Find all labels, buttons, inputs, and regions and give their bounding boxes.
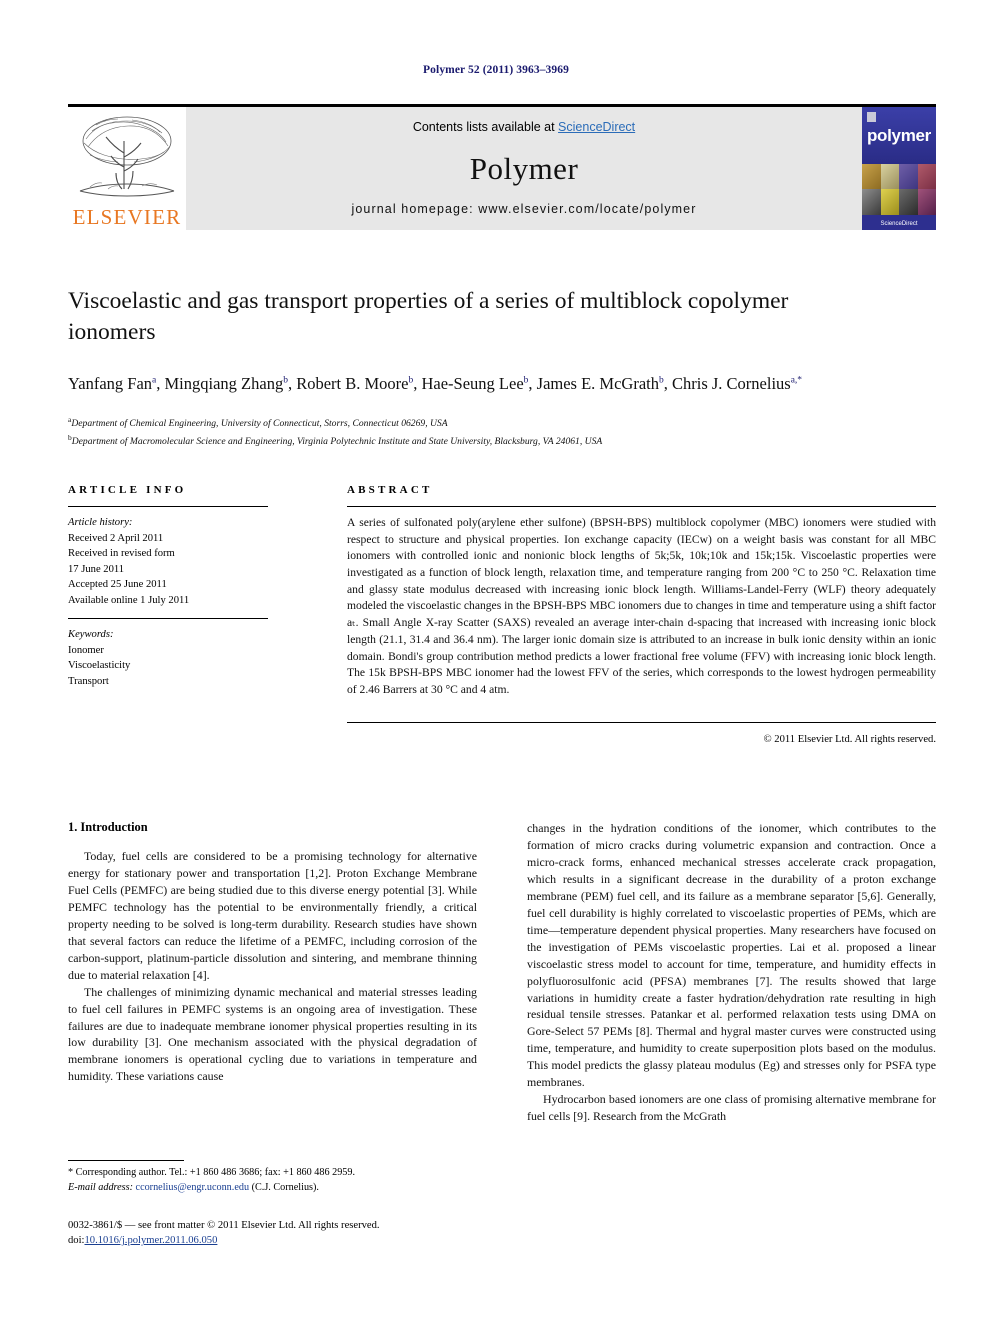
affiliation-text: Department of Chemical Engineering, Univ… xyxy=(71,418,448,430)
paragraph: changes in the hydration conditions of t… xyxy=(527,821,936,1090)
history-item: Accepted 25 June 2011 xyxy=(68,579,167,591)
affiliation-item: bDepartment of Macromolecular Science an… xyxy=(68,432,928,450)
corresponding-author-line: * Corresponding author. Tel.: +1 860 486… xyxy=(68,1167,356,1178)
contents-prefix: Contents lists available at xyxy=(412,120,559,134)
history-item: Received in revised form xyxy=(68,548,175,560)
email-label: E-mail address: xyxy=(68,1181,133,1193)
author-name: Chris J. Cornelius xyxy=(672,374,791,393)
keyword-list: Keywords: Ionomer Viscoelasticity Transp… xyxy=(68,627,278,689)
history-item: Available online 1 July 2011 xyxy=(68,594,190,606)
history-item: Received 2 April 2011 xyxy=(68,532,164,544)
keywords-label: Keywords: xyxy=(68,629,114,640)
history-item: 17 June 2011 xyxy=(68,563,125,575)
divider xyxy=(347,722,936,723)
page-footer: 0032-3861/$ — see front matter © 2011 El… xyxy=(68,1218,518,1249)
author-affil-mark: b xyxy=(523,375,529,386)
elsevier-tree-icon xyxy=(72,111,182,207)
author-name: James E. McGrath xyxy=(536,374,659,393)
author-affil-mark: b xyxy=(283,375,288,386)
affiliation-item: aDepartment of Chemical Engineering, Uni… xyxy=(68,414,928,432)
cover-badge-icon xyxy=(867,112,876,122)
journal-masthead: ELSEVIER Contents lists available at Sci… xyxy=(68,104,936,230)
running-head: Polymer 52 (2011) 3963–3969 xyxy=(423,64,569,76)
doi-line: doi:10.1016/j.polymer.2011.06.050 xyxy=(68,1233,518,1248)
masthead-center: Contents lists available at ScienceDirec… xyxy=(186,107,862,230)
article-history-label: Article history: xyxy=(68,517,133,528)
doi-link[interactable]: 10.1016/j.polymer.2011.06.050 xyxy=(84,1235,217,1246)
article-page: Polymer 52 (2011) 3963–3969 ELSEVIER Con… xyxy=(0,0,992,1323)
elsevier-logo: ELSEVIER xyxy=(68,107,186,230)
body-column-left: Today, fuel cells are considered to be a… xyxy=(68,848,477,1085)
abstract-heading: ABSTRACT xyxy=(347,484,433,496)
paragraph: The challenges of minimizing dynamic mec… xyxy=(68,984,477,1084)
author-affil-mark: a,* xyxy=(790,375,803,386)
abstract-text: A series of sulfonated poly(arylene ethe… xyxy=(347,516,936,696)
cover-footer: ScienceDirect xyxy=(862,221,936,227)
paragraph: Today, fuel cells are considered to be a… xyxy=(68,849,477,982)
journal-name: Polymer xyxy=(469,150,579,186)
elsevier-wordmark: ELSEVIER xyxy=(72,205,182,229)
copyright-line: © 2011 Elsevier Ltd. All rights reserved… xyxy=(763,734,936,745)
journal-cover-thumbnail: polymer ScienceDirect xyxy=(862,107,936,230)
author-name: Hae-Seung Lee xyxy=(421,374,524,393)
email-line: E-mail address: ccornelius@engr.uconn.ed… xyxy=(68,1181,477,1196)
sciencedirect-link[interactable]: ScienceDirect xyxy=(558,120,635,134)
section-title-introduction: 1. Introduction xyxy=(68,820,148,834)
body-column-right: changes in the hydration conditions of t… xyxy=(527,820,936,1125)
author-affil-mark: b xyxy=(659,375,664,386)
divider xyxy=(68,506,268,507)
issn-line: 0032-3861/$ — see front matter © 2011 El… xyxy=(68,1220,380,1231)
author-affil-mark: a xyxy=(152,375,157,386)
corresponding-author-footnote: * Corresponding author. Tel.: +1 860 486… xyxy=(68,1166,477,1196)
article-info-heading: ARTICLE INFO xyxy=(68,484,187,496)
affiliation-text: Department of Macromolecular Science and… xyxy=(71,436,603,448)
email-person: (C.J. Cornelius). xyxy=(251,1181,319,1193)
divider xyxy=(68,618,268,619)
paragraph: Hydrocarbon based ionomers are one class… xyxy=(527,1092,936,1124)
cover-title: polymer xyxy=(866,126,932,145)
author-list: Yanfang Fana, Mingqiang Zhangb, Robert B… xyxy=(68,374,803,393)
author-affil-mark: b xyxy=(408,375,414,386)
author-name: Yanfang Fan xyxy=(68,374,153,393)
article-title: Viscoelastic and gas transport propertie… xyxy=(68,288,789,345)
cover-image-grid xyxy=(862,163,936,216)
keyword-item: Transport xyxy=(68,675,109,687)
keyword-item: Ionomer xyxy=(68,644,104,656)
contents-available-line: Contents lists available at ScienceDirec… xyxy=(413,120,635,134)
email-link[interactable]: ccornelius@engr.uconn.edu xyxy=(136,1182,250,1193)
doi-label: doi: xyxy=(68,1235,85,1247)
author-name: Robert B. Moore xyxy=(296,374,409,393)
divider xyxy=(347,506,936,507)
cover-footer-text: ScienceDirect xyxy=(880,221,918,227)
article-history: Article history: Received 2 April 2011 R… xyxy=(68,515,278,608)
journal-homepage[interactable]: journal homepage: www.elsevier.com/locat… xyxy=(351,202,696,216)
author-name: Mingqiang Zhang xyxy=(164,374,284,393)
affiliation-list: aDepartment of Chemical Engineering, Uni… xyxy=(68,414,928,450)
keyword-item: Viscoelasticity xyxy=(68,660,131,672)
divider xyxy=(68,1160,184,1161)
